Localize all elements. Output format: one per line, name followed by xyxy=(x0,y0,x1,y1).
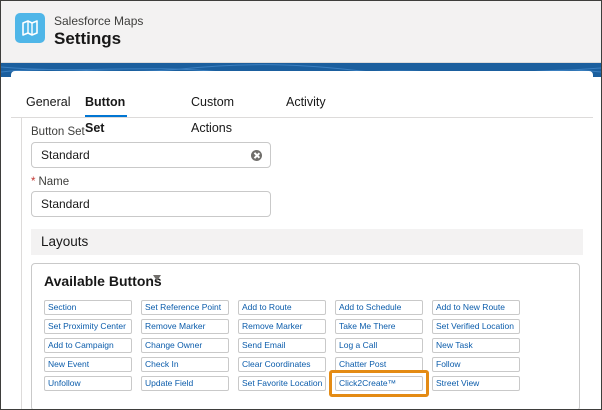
available-button[interactable]: Set Favorite Location xyxy=(238,376,326,391)
available-button[interactable]: Update Field xyxy=(141,376,229,391)
button-set-label: Button Set xyxy=(31,126,85,138)
maps-app-icon xyxy=(15,13,45,43)
page-header: Salesforce Maps Settings xyxy=(1,1,601,63)
available-button[interactable]: Clear Coordinates xyxy=(238,357,326,372)
available-button[interactable]: Take Me There xyxy=(335,319,423,334)
available-button[interactable]: Add to Schedule xyxy=(335,300,423,315)
name-label-text: Name xyxy=(38,176,70,188)
app-window: Salesforce Maps Settings General Button … xyxy=(0,0,602,410)
available-button[interactable]: Chatter Post xyxy=(335,357,423,372)
available-button[interactable]: Check In xyxy=(141,357,229,372)
available-button[interactable]: Remove Marker xyxy=(141,319,229,334)
available-button[interactable]: Remove Marker xyxy=(238,319,326,334)
available-buttons-title: Available Buttons xyxy=(44,273,162,289)
name-input[interactable]: Standard xyxy=(31,191,271,217)
available-button[interactable]: Add to New Route xyxy=(432,300,520,315)
clear-icon[interactable] xyxy=(251,150,262,161)
available-button[interactable]: Street View xyxy=(432,376,520,391)
button-set-value: Standard xyxy=(41,148,90,162)
tab-general[interactable]: General xyxy=(26,89,70,118)
available-button[interactable]: Section xyxy=(44,300,132,315)
page-title: Settings xyxy=(54,29,122,48)
available-button[interactable]: Add to Campaign xyxy=(44,338,132,353)
available-button[interactable]: Log a Call xyxy=(335,338,423,353)
available-button[interactable]: New Event xyxy=(44,357,132,372)
available-button[interactable]: Follow xyxy=(432,357,520,372)
available-button[interactable]: Change Owner xyxy=(141,338,229,353)
tab-divider xyxy=(11,117,593,118)
available-button[interactable]: Set Proximity Center xyxy=(44,319,132,334)
available-button[interactable]: Set Verified Location xyxy=(432,319,520,334)
tab-custom-actions[interactable]: Custom Actions xyxy=(191,89,234,135)
tab-button-set-name[interactable]: Button Set Name xyxy=(85,89,128,161)
name-label: * Name xyxy=(31,176,69,188)
tab-activity[interactable]: Activity xyxy=(286,89,326,118)
available-button[interactable]: Click2Create™ xyxy=(335,376,423,391)
settings-card: General Button Set Name Custom Actions A… xyxy=(11,71,593,409)
available-button[interactable]: New Task xyxy=(432,338,520,353)
name-value: Standard xyxy=(41,197,90,211)
content-left-border xyxy=(21,118,22,409)
available-button[interactable]: Set Reference Point xyxy=(141,300,229,315)
available-button[interactable]: Add to Route xyxy=(238,300,326,315)
app-name: Salesforce Maps xyxy=(54,14,144,28)
available-button[interactable]: Unfollow xyxy=(44,376,132,391)
available-button[interactable]: Send Email xyxy=(238,338,326,353)
button-set-input[interactable]: Standard xyxy=(31,142,271,168)
filter-icon[interactable] xyxy=(153,275,161,281)
layouts-section-header[interactable]: Layouts xyxy=(31,229,583,255)
available-buttons-panel: Available Buttons Section Set Reference P… xyxy=(31,263,580,409)
required-marker: * xyxy=(31,176,36,188)
